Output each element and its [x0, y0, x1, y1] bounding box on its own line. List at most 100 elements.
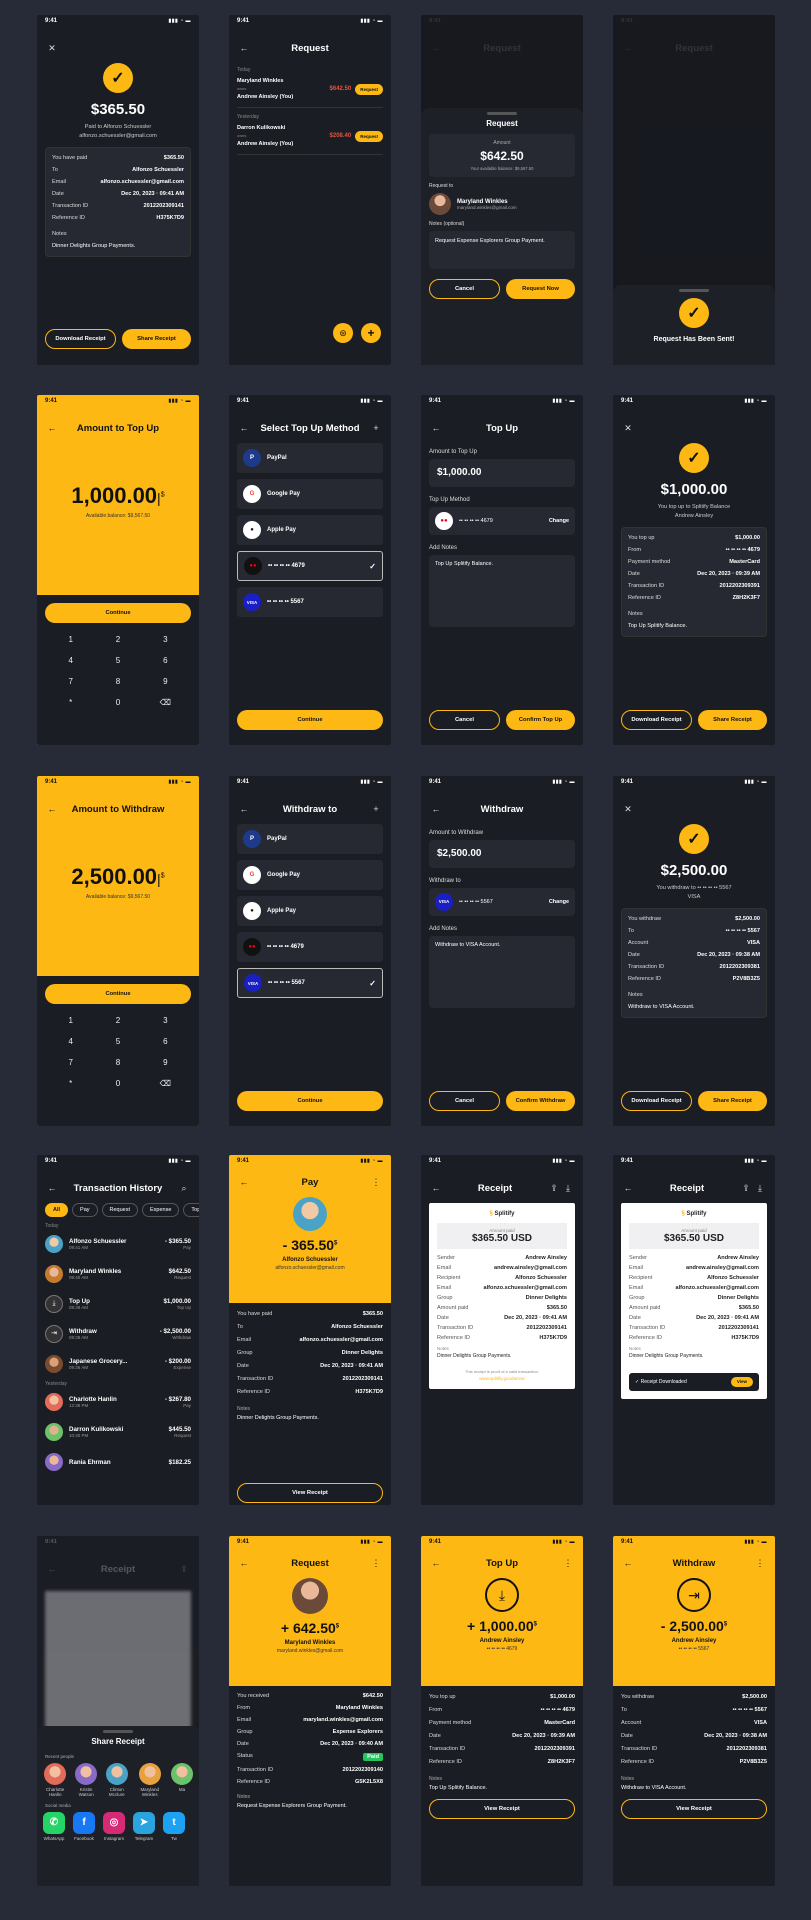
notes-field[interactable]: Withdraw to VISA Account.	[429, 936, 575, 1008]
chip-request[interactable]: Request	[101, 1203, 139, 1217]
back-arrow-icon[interactable]: ←	[45, 1183, 59, 1193]
key-7[interactable]: 7	[47, 677, 94, 686]
key-9[interactable]: 9	[142, 1058, 189, 1067]
back-arrow-icon[interactable]: ←	[237, 804, 251, 814]
download-receipt-button[interactable]: Download Receipt	[621, 1091, 692, 1111]
key-star[interactable]: *	[47, 698, 94, 707]
cancel-button[interactable]: Cancel	[429, 710, 500, 730]
request-item[interactable]: Maryland Winkles owes Andrew Ainsley (Yo…	[237, 77, 383, 108]
method-apple-pay[interactable]: ● Apple Pay	[237, 515, 383, 545]
back-arrow-icon[interactable]: ←	[429, 423, 443, 433]
transaction-row[interactable]: Maryland Winkles 09:40 AM $642.50 Request	[37, 1259, 199, 1289]
add-icon[interactable]: +	[369, 423, 383, 433]
share-app[interactable]: ➤ Telegram	[133, 1812, 155, 1841]
add-icon[interactable]: +	[369, 804, 383, 814]
transaction-row[interactable]: Charlotte Hanlin 12:38 PM - $267.80 Pay	[37, 1387, 199, 1417]
key-0[interactable]: 0	[94, 1079, 141, 1088]
share-person[interactable]: Ma	[171, 1763, 193, 1797]
method-mastercard[interactable]: ●● •• •• •• •• 4679	[237, 932, 383, 962]
view-receipt-button[interactable]: View Receipt	[429, 1799, 575, 1819]
notes-field[interactable]: Request Expense Explorers Group Payment.	[429, 231, 575, 269]
key-2[interactable]: 2	[94, 1016, 141, 1025]
download-receipt-button[interactable]: Download Receipt	[621, 710, 692, 730]
back-arrow-icon[interactable]: ←	[237, 43, 251, 53]
key-7[interactable]: 7	[47, 1058, 94, 1067]
backspace-icon[interactable]: ⌫	[142, 1079, 189, 1088]
chip-all[interactable]: All	[45, 1203, 69, 1217]
back-arrow-icon[interactable]: ←	[237, 1558, 251, 1568]
share-person[interactable]: Charlotte Hanlin	[43, 1763, 67, 1797]
search-icon[interactable]: ⌕	[177, 1183, 191, 1194]
continue-button[interactable]: Continue	[45, 603, 191, 623]
chip-pay[interactable]: Pay	[72, 1203, 98, 1217]
chip-topup[interactable]: Top	[183, 1203, 199, 1217]
share-person[interactable]: Clinton Mcclure	[105, 1763, 128, 1797]
sheet-handle[interactable]	[103, 1730, 133, 1733]
amount-field[interactable]: $1,000.00	[429, 459, 575, 487]
amount-field[interactable]: $2,500.00	[429, 840, 575, 868]
share-icon[interactable]: ⇪	[739, 1183, 753, 1194]
method-apple-pay[interactable]: ● Apple Pay	[237, 896, 383, 926]
notes-field[interactable]: Top Up Splitify Balance.	[429, 555, 575, 627]
key-5[interactable]: 5	[94, 1037, 141, 1046]
share-app[interactable]: t Tw	[163, 1812, 185, 1841]
key-8[interactable]: 8	[94, 677, 141, 686]
request-now-button[interactable]: Request Now	[506, 279, 575, 299]
continue-button[interactable]: Continue	[45, 984, 191, 1004]
share-receipt-button[interactable]: Share Receipt	[122, 329, 191, 349]
back-arrow-icon[interactable]: ←	[429, 1558, 443, 1568]
key-5[interactable]: 5	[94, 656, 141, 665]
close-icon[interactable]: ✕	[45, 43, 59, 54]
continue-button[interactable]: Continue	[237, 1091, 383, 1111]
continue-button[interactable]: Continue	[237, 710, 383, 730]
view-receipt-button[interactable]: View Receipt	[621, 1799, 767, 1819]
key-1[interactable]: 1	[47, 1016, 94, 1025]
download-icon[interactable]: ⤓	[561, 1183, 575, 1194]
back-arrow-icon[interactable]: ←	[45, 804, 59, 814]
confirm-withdraw-button[interactable]: Confirm Withdraw	[506, 1091, 575, 1111]
back-arrow-icon[interactable]: ←	[621, 1558, 635, 1568]
key-9[interactable]: 9	[142, 677, 189, 686]
back-arrow-icon[interactable]: ←	[45, 423, 59, 433]
transaction-row[interactable]: Japanese Grocery... 09:36 AM - $200.00 Expe…	[37, 1349, 199, 1379]
back-arrow-icon[interactable]: ←	[429, 804, 443, 814]
share-app[interactable]: ✆ WhatsApp	[43, 1812, 65, 1841]
transaction-row[interactable]: ⤓ Top Up 09:39 AM $1,000.00 Top Up	[37, 1289, 199, 1319]
confirm-topup-button[interactable]: Confirm Top Up	[506, 710, 575, 730]
transaction-row[interactable]: ⇥ Withdraw 09:38 AM - $2,500.00 Withdraw	[37, 1319, 199, 1349]
view-receipt-button[interactable]: View Receipt	[237, 1483, 383, 1503]
key-2[interactable]: 2	[94, 635, 141, 644]
key-6[interactable]: 6	[142, 656, 189, 665]
method-paypal[interactable]: P PayPal	[237, 824, 383, 854]
key-3[interactable]: 3	[142, 1016, 189, 1025]
key-6[interactable]: 6	[142, 1037, 189, 1046]
sheet-handle[interactable]	[679, 289, 709, 292]
transaction-row[interactable]: Rania Ehrman $182.25	[37, 1447, 199, 1477]
more-icon[interactable]: ⋮	[369, 1177, 383, 1188]
key-3[interactable]: 3	[142, 635, 189, 644]
request-item[interactable]: Darron Kulikowski owes Andrew Ainsley (Y…	[237, 124, 383, 155]
key-4[interactable]: 4	[47, 1037, 94, 1046]
more-icon[interactable]: ⋮	[369, 1558, 383, 1569]
key-4[interactable]: 4	[47, 656, 94, 665]
view-button[interactable]: View	[730, 1377, 753, 1387]
more-icon[interactable]: ⋮	[753, 1558, 767, 1569]
chip-expense[interactable]: Expense	[142, 1203, 180, 1217]
share-receipt-button[interactable]: Share Receipt	[698, 710, 767, 730]
back-arrow-icon[interactable]: ←	[429, 1183, 443, 1193]
method-visa[interactable]: VISA •• •• •• •• 5567 ✓	[237, 968, 383, 998]
method-mastercard[interactable]: ●● •• •• •• •• 4679 ✓	[237, 551, 383, 581]
add-request-button[interactable]: +	[361, 323, 381, 343]
download-icon[interactable]: ⤓	[753, 1183, 767, 1194]
method-paypal[interactable]: P PayPal	[237, 443, 383, 473]
sheet-handle[interactable]	[487, 112, 517, 115]
share-app[interactable]: f Facebook	[73, 1812, 95, 1841]
request-action-button[interactable]: Request	[355, 130, 383, 142]
key-8[interactable]: 8	[94, 1058, 141, 1067]
selected-method[interactable]: ●● •• •• •• •• 4679 Change	[429, 507, 575, 535]
back-arrow-icon[interactable]: ←	[237, 1177, 251, 1187]
transaction-row[interactable]: Alfonzo Schuessler 09:41 AM - $365.50 Pay	[37, 1229, 199, 1259]
close-icon[interactable]: ✕	[621, 804, 635, 815]
change-link[interactable]: Change	[549, 518, 569, 524]
transaction-row[interactable]: Darron Kulikowski 10:40 PM $445.50 Request	[37, 1417, 199, 1447]
